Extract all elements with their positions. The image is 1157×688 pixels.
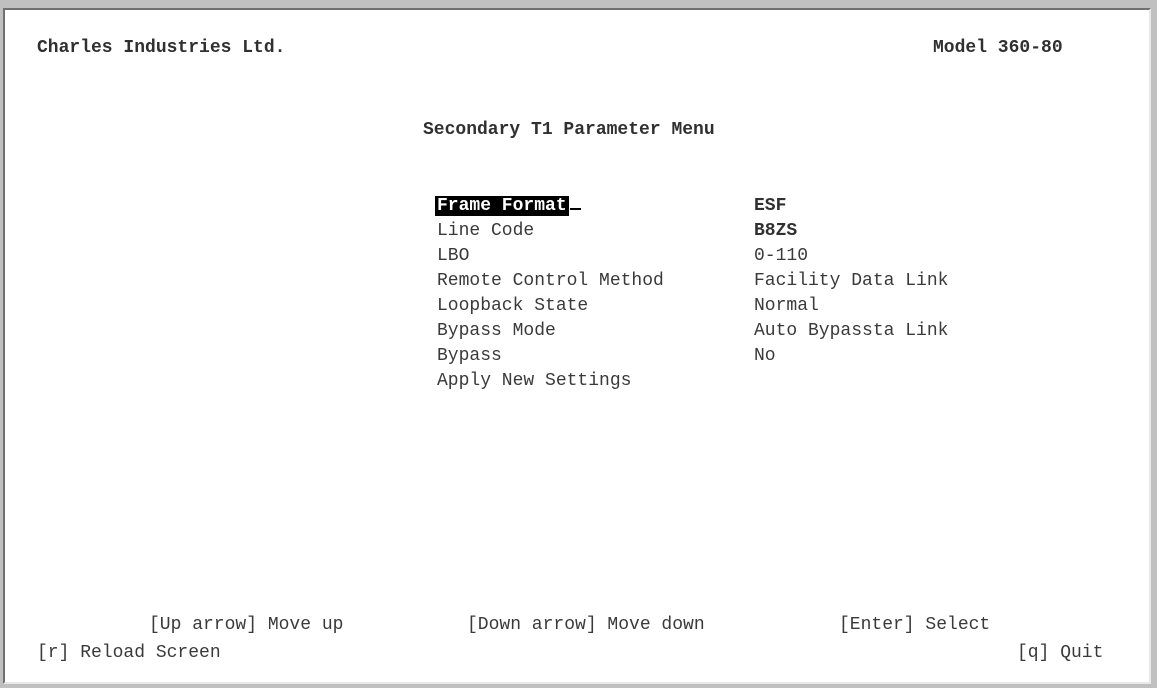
model-number: Model 360-80 <box>933 38 1063 58</box>
hint-reload-screen[interactable]: [r] Reload Screen <box>37 641 221 665</box>
menu-item-label: Frame Format <box>435 196 569 216</box>
value-loopback-state: Normal <box>754 296 819 316</box>
menu-item-loopback-state[interactable]: Loopback State <box>437 294 588 318</box>
value-remote-control-method: Facility Data Link <box>754 271 949 291</box>
menu-item-remote-control-method[interactable]: Remote Control Method <box>437 269 664 293</box>
menu-item-lbo[interactable]: LBO <box>437 244 469 268</box>
value-lbo: 0-110 <box>754 246 809 266</box>
value-line-code: B8ZS <box>754 221 798 241</box>
menu-item-apply-new-settings[interactable]: Apply New Settings <box>437 369 631 393</box>
hint-quit[interactable]: [q] Quit <box>1017 641 1103 665</box>
hint-select: [Enter] Select <box>839 615 991 635</box>
menu-item-frame-format[interactable]: Frame Format <box>435 194 581 218</box>
menu-item-bypass[interactable]: Bypass <box>437 344 502 368</box>
terminal-screen: Charles Industries Ltd. Model 360-80 Sec… <box>3 8 1151 684</box>
menu-item-bypass-mode[interactable]: Bypass Mode <box>437 319 556 343</box>
company-name: Charles Industries Ltd. <box>37 38 286 58</box>
menu-title: Secondary T1 Parameter Menu <box>423 120 715 140</box>
value-bypass-mode: Auto Bypassta Link <box>754 321 949 341</box>
menu-item-line-code[interactable]: Line Code <box>437 219 534 243</box>
value-bypass: No <box>754 346 776 366</box>
hint-move-up: [Up arrow] Move up <box>149 615 344 635</box>
value-frame-format: ESF <box>754 196 787 216</box>
hint-move-down: [Down arrow] Move down <box>467 615 705 635</box>
text-cursor <box>569 208 581 210</box>
